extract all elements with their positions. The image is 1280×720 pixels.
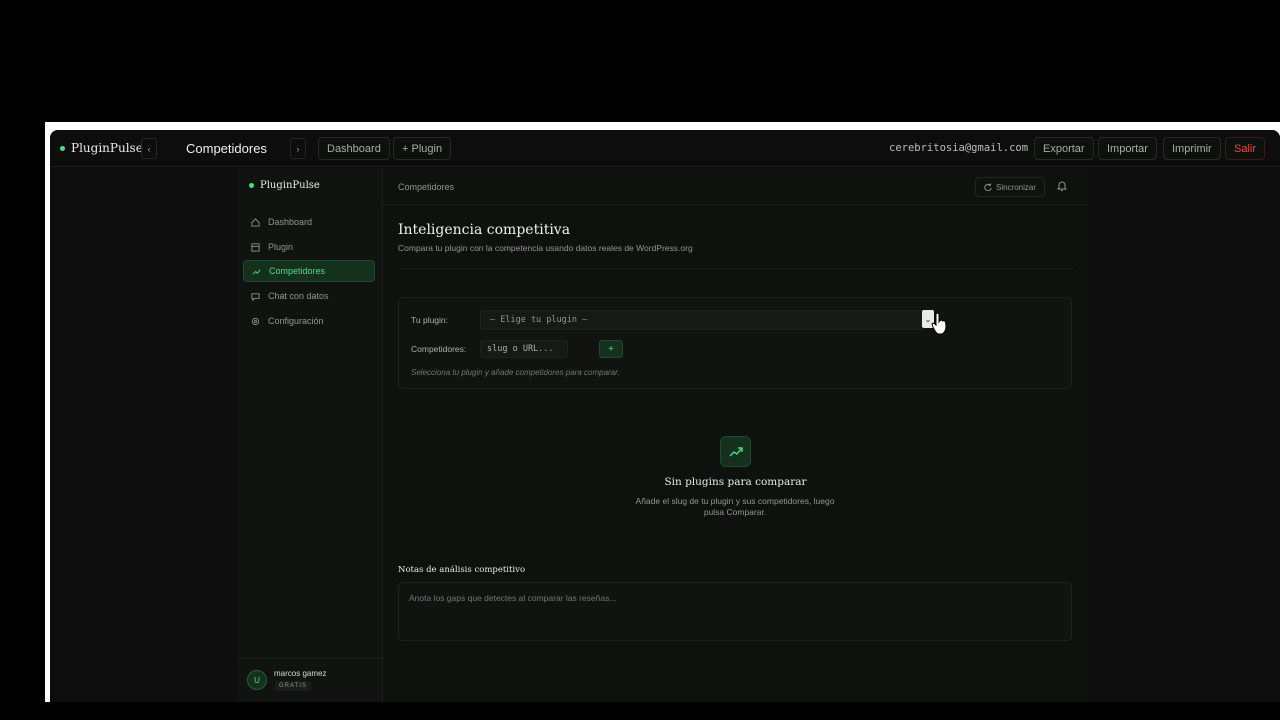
- competitors-label: Competidores:: [411, 344, 467, 354]
- prev-page-button[interactable]: ‹: [141, 138, 157, 159]
- divider: [398, 268, 1073, 269]
- form-hint: Selecciona tu plugin y añade competidore…: [411, 368, 620, 377]
- competitor-slug-input[interactable]: slug o URL...: [480, 340, 568, 358]
- sidebar-item-plugin[interactable]: Plugin: [243, 236, 375, 258]
- plugin-select[interactable]: — Elige tu plugin —: [480, 310, 926, 330]
- top-bar: PluginPulse ‹ Competidores › Dashboard +…: [50, 130, 1280, 167]
- brand-dot-icon: [60, 145, 65, 151]
- app-brand-name: PluginPulse: [71, 141, 143, 155]
- sidebar-item-label: Configuración: [268, 316, 324, 326]
- app-window: PluginPulse ‹ Competidores › Dashboard +…: [50, 130, 1280, 702]
- refresh-icon: [984, 183, 992, 191]
- avatar: U: [247, 670, 267, 690]
- box-icon: [251, 242, 260, 252]
- sidebar-item-chat[interactable]: Chat con datos: [243, 285, 375, 307]
- left-backdrop: [50, 168, 237, 702]
- logout-button[interactable]: Salir: [1225, 137, 1266, 160]
- sidebar-item-label: Dashboard: [268, 217, 313, 227]
- page-heading: Inteligencia competitiva: [398, 222, 571, 238]
- sidebar-logo[interactable]: PluginPulse: [249, 180, 320, 191]
- plugin-select-label: Tu plugin:: [411, 315, 449, 325]
- add-plugin-button[interactable]: + Plugin: [393, 137, 452, 160]
- page-subtitle: Compara tu plugin con la competencia usa…: [398, 243, 693, 253]
- notes-textarea[interactable]: Anota los gaps que detectes al comparar …: [398, 582, 1072, 641]
- page-title: Competidores: [186, 141, 267, 156]
- bell-icon[interactable]: [1056, 180, 1068, 192]
- sidebar-item-label: Plugin: [268, 242, 294, 252]
- gear-icon: [251, 317, 260, 325]
- plugin-select-value: — Elige tu plugin —: [490, 315, 588, 325]
- app-logo[interactable]: PluginPulse: [60, 141, 143, 155]
- empty-state-title: Sin plugins para comparar: [664, 476, 807, 488]
- user-name: marcos gamez: [274, 669, 327, 678]
- add-competitor-button[interactable]: +: [599, 340, 623, 358]
- sidebar-item-competidores[interactable]: Competidores: [243, 260, 375, 282]
- compare-form: Tu plugin: — Elige tu plugin — ⌄ Competi…: [398, 297, 1072, 389]
- brand-dot-icon: [249, 183, 254, 188]
- right-backdrop: [1088, 168, 1280, 702]
- user-email: cerebritosia@gmail.com: [889, 142, 1029, 154]
- trend-icon: [720, 436, 751, 467]
- sidebar-item-label: Chat con datos: [268, 291, 329, 301]
- user-profile[interactable]: U marcos gamez GRATIS: [237, 658, 383, 702]
- sync-button[interactable]: Sincronizar: [975, 177, 1045, 197]
- sidebar-brand-name: PluginPulse: [260, 180, 320, 191]
- sidebar-item-configuracion[interactable]: Configuración: [243, 310, 375, 332]
- import-button[interactable]: Importar: [1098, 137, 1157, 160]
- empty-state-description: Añade el slug de tu plugin y sus competi…: [635, 496, 835, 517]
- main-content: Competidores Sincronizar Inteligencia co…: [383, 168, 1088, 702]
- home-icon: [251, 217, 260, 227]
- print-button[interactable]: Imprimir: [1163, 137, 1221, 160]
- next-page-button[interactable]: ›: [290, 138, 306, 159]
- sidebar-item-dashboard[interactable]: Dashboard: [243, 211, 375, 233]
- breadcrumb: Competidores: [398, 182, 455, 192]
- breadcrumb-bar: Competidores Sincronizar: [383, 168, 1088, 205]
- sidebar-item-label: Competidores: [269, 266, 326, 276]
- sync-label: Sincronizar: [995, 182, 1036, 192]
- plan-badge: GRATIS: [275, 681, 311, 691]
- dashboard-button[interactable]: Dashboard: [318, 137, 390, 160]
- trend-icon: [252, 268, 261, 275]
- sidebar: PluginPulse Dashboard Plugin Competidore…: [237, 168, 383, 702]
- hand-cursor-icon: [931, 312, 947, 335]
- chat-icon: [251, 292, 260, 301]
- export-button[interactable]: Exportar: [1034, 137, 1094, 160]
- notes-label: Notas de análisis competitivo: [398, 565, 526, 575]
